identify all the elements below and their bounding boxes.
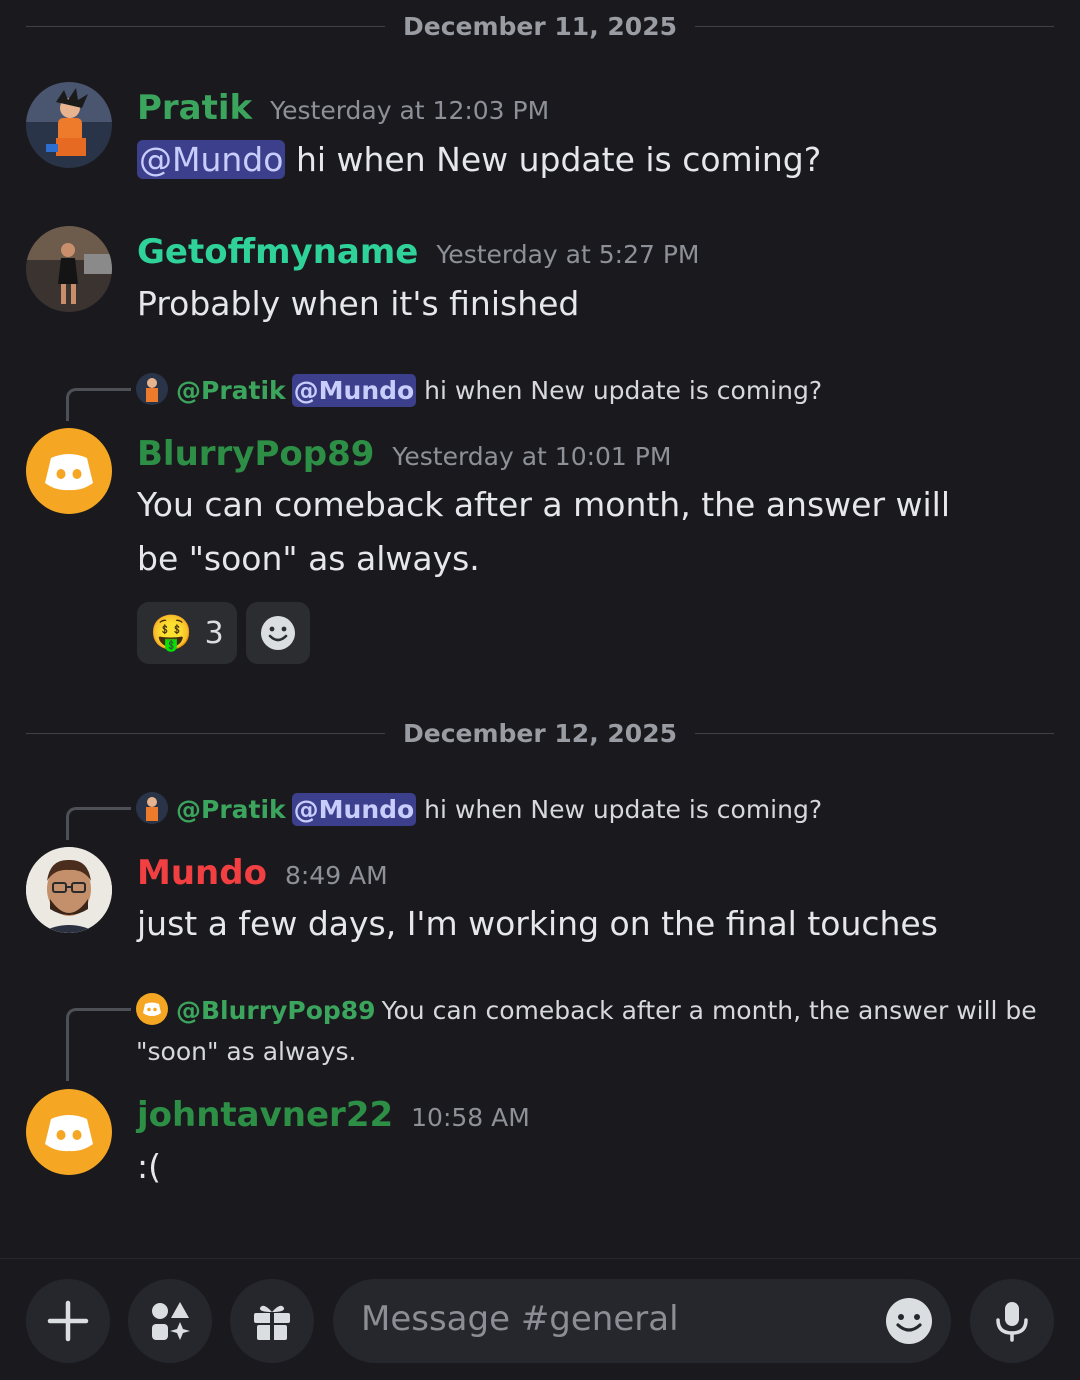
date-divider-text: December 12, 2025: [403, 718, 677, 748]
voice-button[interactable]: [970, 1279, 1054, 1363]
username[interactable]: Mundo: [137, 853, 267, 893]
user-mention[interactable]: @Mundo: [137, 140, 286, 179]
timestamp: Yesterday at 12:03 PM: [270, 96, 550, 125]
apps-icon: [152, 1302, 190, 1340]
message-input-placeholder: Message #general: [361, 1299, 679, 1339]
date-divider: December 11, 2025: [26, 11, 1054, 41]
reply-spine: [66, 1008, 131, 1081]
date-divider-text: December 11, 2025: [403, 11, 677, 41]
username[interactable]: johntavner22: [137, 1095, 393, 1135]
avatar-blurrypop89[interactable]: [26, 428, 112, 514]
emoji-button[interactable]: [885, 1297, 933, 1345]
timestamp: 8:49 AM: [284, 861, 388, 890]
reply-username[interactable]: @Pratik: [176, 795, 286, 824]
attach-button[interactable]: [26, 1279, 110, 1363]
reply-username[interactable]: @BlurryPop89: [176, 996, 376, 1025]
plus-icon: [47, 1300, 89, 1342]
reply-mention[interactable]: @Mundo: [291, 374, 417, 407]
reply-spine: [66, 807, 131, 840]
discord-icon: [143, 1002, 161, 1016]
mini-avatar-pratik: [136, 792, 168, 824]
avatar-getoffmyname[interactable]: [26, 226, 112, 312]
reply-spine: [66, 388, 131, 421]
message-text: :(: [137, 1147, 161, 1186]
timestamp: Yesterday at 10:01 PM: [392, 442, 672, 471]
reply-username[interactable]: @Pratik: [176, 376, 286, 405]
reaction-count: 3: [204, 615, 224, 651]
microphone-icon: [996, 1302, 1028, 1342]
gift-button[interactable]: [230, 1279, 314, 1363]
timestamp: Yesterday at 5:27 PM: [436, 240, 700, 269]
reply-mention[interactable]: @Mundo: [291, 793, 417, 826]
username[interactable]: BlurryPop89: [137, 434, 374, 474]
mini-avatar-blurrypop89: [136, 993, 168, 1025]
emoji-icon: [886, 1298, 932, 1344]
username[interactable]: Getoffmyname: [137, 232, 418, 272]
reply-text: hi when New update is coming?: [416, 376, 823, 405]
add-reaction-icon: [261, 616, 295, 650]
discord-icon: [45, 1115, 93, 1152]
date-divider: December 12, 2025: [26, 718, 1054, 748]
message-text: just a few days, I'm working on the fina…: [137, 904, 938, 943]
money-face-emoji-icon: 🤑: [150, 613, 193, 653]
avatar-pratik[interactable]: [26, 82, 112, 168]
message-input[interactable]: Message #general: [333, 1279, 951, 1363]
add-reaction-button[interactable]: [246, 602, 310, 664]
avatar-johntavner22[interactable]: [26, 1089, 112, 1175]
username[interactable]: Pratik: [137, 88, 252, 128]
discord-icon: [45, 454, 93, 491]
timestamp: 10:58 AM: [411, 1103, 530, 1132]
message-text: You can comeback after a month, the answ…: [137, 485, 951, 578]
message-composer: Message #general: [0, 1258, 1080, 1380]
message-text: @Mundo hi when New update is coming?: [137, 140, 822, 179]
apps-button[interactable]: [128, 1279, 212, 1363]
reply-text: hi when New update is coming?: [416, 795, 823, 824]
mini-avatar-pratik: [136, 373, 168, 405]
gift-icon: [254, 1305, 290, 1340]
avatar-mundo[interactable]: [26, 847, 112, 933]
message-text: Probably when it's finished: [137, 284, 580, 323]
reaction-money-face[interactable]: 🤑 3: [137, 602, 237, 664]
